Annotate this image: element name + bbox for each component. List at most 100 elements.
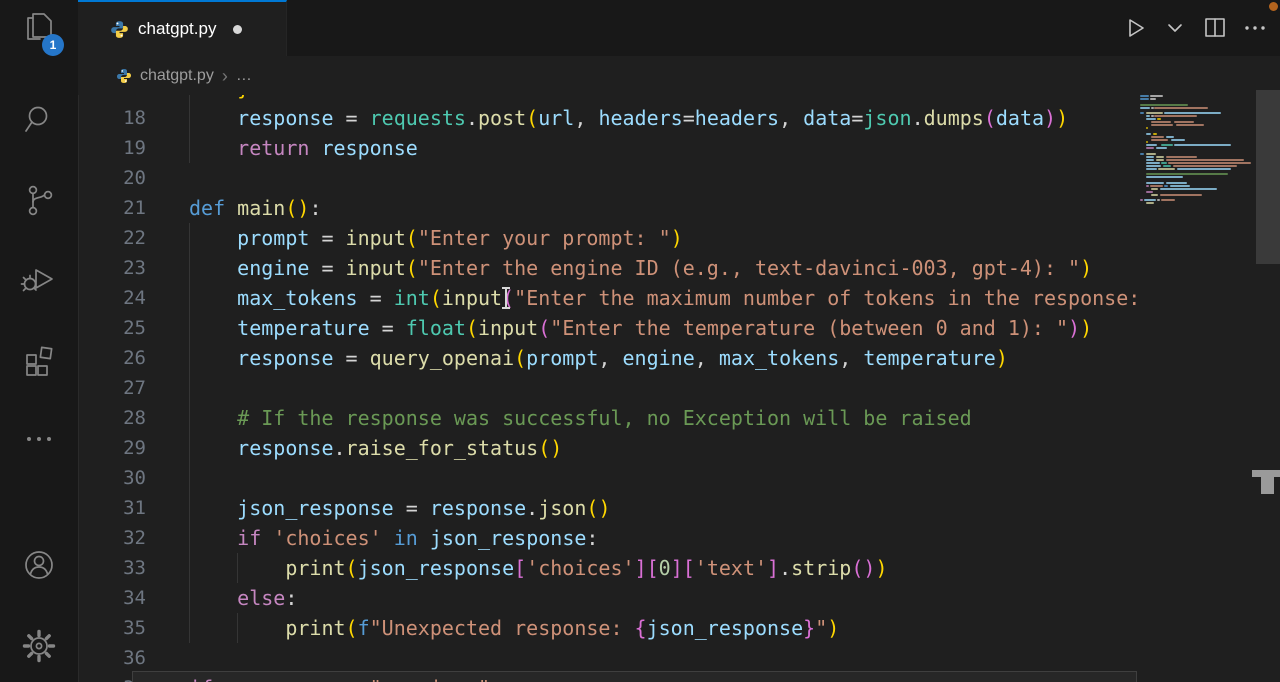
code-text: response.raise_for_status()	[189, 433, 1140, 463]
minimap-line	[1140, 98, 1149, 100]
sidebar-item-run-debug[interactable]	[0, 254, 78, 306]
run-icon	[1122, 15, 1148, 41]
minimap-line	[1161, 144, 1172, 146]
minimap-line	[1166, 136, 1175, 138]
code-text	[189, 373, 1140, 403]
minimap-line	[1150, 98, 1156, 100]
line-number: 24	[78, 283, 189, 313]
editor-actions	[1120, 0, 1270, 56]
minimap-line	[1140, 104, 1188, 106]
code-line[interactable]: 28 # If the response was successful, no …	[78, 403, 1140, 433]
minimap-line	[1140, 107, 1150, 109]
line-number: 21	[78, 193, 189, 223]
scrollbar-marker	[1261, 477, 1274, 494]
code-line[interactable]: 25 temperature = float(input("Enter the …	[78, 313, 1140, 343]
line-number: 29	[78, 433, 189, 463]
sidebar-item-more[interactable]	[0, 413, 78, 465]
minimap-line	[1146, 153, 1156, 155]
code-line[interactable]: 33 print(json_response['choices'][0]['te…	[78, 553, 1140, 583]
minimap-line	[1146, 202, 1155, 204]
code-line[interactable]: 23 engine = input("Enter the engine ID (…	[78, 253, 1140, 283]
breadcrumb-item-symbol[interactable]: …	[236, 67, 252, 85]
line-number: 23	[78, 253, 189, 283]
line-number: 25	[78, 313, 189, 343]
code-line[interactable]: 18 response = requests.post(url, headers…	[78, 103, 1140, 133]
minimap-line	[1146, 159, 1155, 161]
minimap[interactable]	[1140, 90, 1256, 330]
minimap-line	[1160, 194, 1203, 196]
code-line[interactable]: 34 else:	[78, 583, 1140, 613]
account-button[interactable]	[0, 539, 78, 591]
minimap-line	[1146, 127, 1148, 129]
minimap-line	[1144, 199, 1155, 201]
minimap-line	[1146, 156, 1155, 158]
minimap-line	[1146, 112, 1163, 114]
minimap-line	[1161, 162, 1167, 164]
run-button[interactable]	[1120, 13, 1150, 43]
code-text	[189, 163, 1140, 193]
code-line[interactable]: 22 prompt = input("Enter your prompt: ")	[78, 223, 1140, 253]
split-editor-button[interactable]	[1200, 13, 1230, 43]
code-text: print(json_response['choices'][0]['text'…	[189, 553, 1140, 583]
minimap-line	[1151, 136, 1164, 138]
code-line[interactable]: 35 print(f"Unexpected response: {json_re…	[78, 613, 1140, 643]
minimap-line	[1158, 168, 1175, 170]
sidebar-item-extensions[interactable]	[0, 334, 78, 386]
code-lines: 17 }18 response = requests.post(url, hea…	[78, 95, 1140, 682]
unsaved-changes-dot[interactable]	[233, 25, 242, 34]
code-line[interactable]: 24 max_tokens = int(input("Enter the max…	[78, 283, 1140, 313]
code-line[interactable]: 37if __name__ == "__main__":	[78, 673, 1140, 682]
sidebar-item-search[interactable]	[0, 94, 78, 146]
code-line[interactable]: 29 response.raise_for_status()	[78, 433, 1140, 463]
minimap-line	[1146, 176, 1183, 178]
minimap-line	[1157, 199, 1160, 201]
line-number: 31	[78, 493, 189, 523]
sidebar-item-explorer[interactable]: 1	[0, 6, 78, 58]
minimap-line	[1156, 147, 1167, 149]
code-line[interactable]: 21def main():	[78, 193, 1140, 223]
minimap-line	[1146, 162, 1160, 164]
split-editor-icon	[1202, 15, 1228, 41]
minimap-line	[1146, 168, 1157, 170]
line-number: 27	[78, 373, 189, 403]
minimap-line	[1166, 159, 1244, 161]
line-number: 32	[78, 523, 189, 553]
code-text: engine = input("Enter the engine ID (e.g…	[189, 253, 1140, 283]
code-line[interactable]: 32 if 'choices' in json_response:	[78, 523, 1140, 553]
code-text	[189, 643, 1140, 673]
sidebar-item-source-control[interactable]	[0, 175, 78, 227]
settings-button[interactable]	[0, 620, 78, 672]
scrollbar-thumb[interactable]	[1256, 90, 1280, 264]
minimap-line	[1146, 182, 1164, 184]
code-line[interactable]: 30	[78, 463, 1140, 493]
code-text: return response	[189, 133, 1140, 163]
more-actions-button[interactable]	[1240, 13, 1270, 43]
code-line[interactable]: 17 }	[78, 95, 1140, 103]
minimap-line	[1154, 115, 1197, 117]
tab-chatgpt-py[interactable]: chatgpt.py	[78, 0, 287, 56]
code-line[interactable]: 20	[78, 163, 1140, 193]
line-number: 19	[78, 133, 189, 163]
breadcrumb-separator: ›	[222, 67, 228, 85]
editor-viewport[interactable]: 17 }18 response = requests.post(url, hea…	[78, 95, 1140, 682]
code-text: max_tokens = int(input("Enter the maximu…	[189, 283, 1140, 313]
code-line[interactable]: 19 return response	[78, 133, 1140, 163]
minimap-line	[1140, 95, 1149, 97]
minimap-line	[1151, 194, 1158, 196]
line-number: 22	[78, 223, 189, 253]
minimap-line	[1154, 107, 1208, 109]
minimap-line	[1146, 147, 1155, 149]
run-dropdown-button[interactable]	[1160, 13, 1190, 43]
code-line[interactable]: 27	[78, 373, 1140, 403]
python-file-icon	[116, 68, 132, 84]
code-line[interactable]: 31 json_response = response.json()	[78, 493, 1140, 523]
code-text: print(f"Unexpected response: {json_respo…	[189, 613, 1140, 643]
minimap-line	[1151, 188, 1158, 190]
minimap-line	[1146, 115, 1150, 117]
code-line[interactable]: 36	[78, 643, 1140, 673]
code-line[interactable]: 26 response = query_openai(prompt, engin…	[78, 343, 1140, 373]
breadcrumb: chatgpt.py › …	[78, 56, 1280, 95]
code-text: # If the response was successful, no Exc…	[189, 403, 1140, 433]
breadcrumb-item-file[interactable]: chatgpt.py	[140, 67, 214, 85]
search-icon	[21, 102, 57, 138]
